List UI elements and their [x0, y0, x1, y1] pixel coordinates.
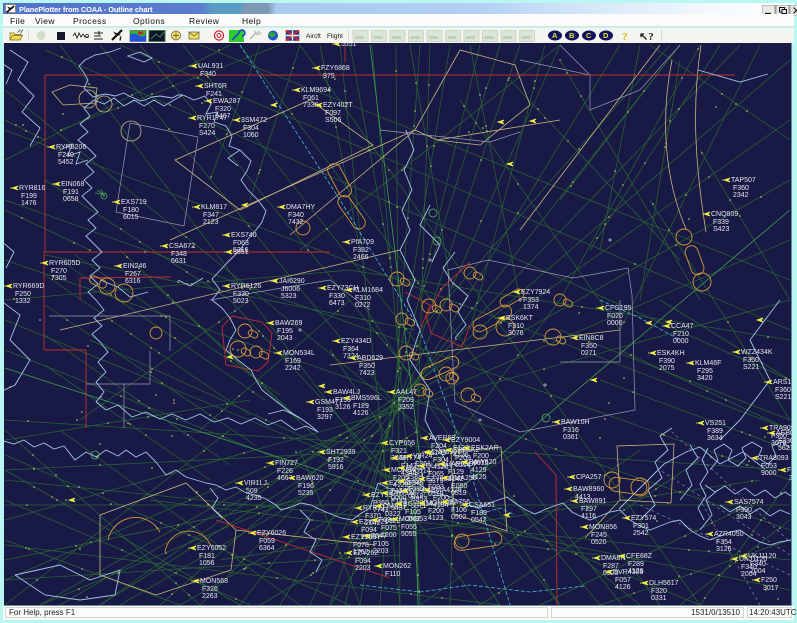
svg-text:A: A — [552, 31, 558, 40]
svg-text:C: C — [586, 31, 592, 40]
svg-text:↖?: ↖? — [639, 31, 654, 43]
svg-text:B: B — [569, 31, 575, 40]
svg-text:Aircft: Aircft — [306, 33, 321, 40]
svg-text:?: ? — [622, 31, 628, 43]
svg-text:D: D — [603, 31, 609, 40]
svg-text:Flight: Flight — [327, 33, 343, 40]
